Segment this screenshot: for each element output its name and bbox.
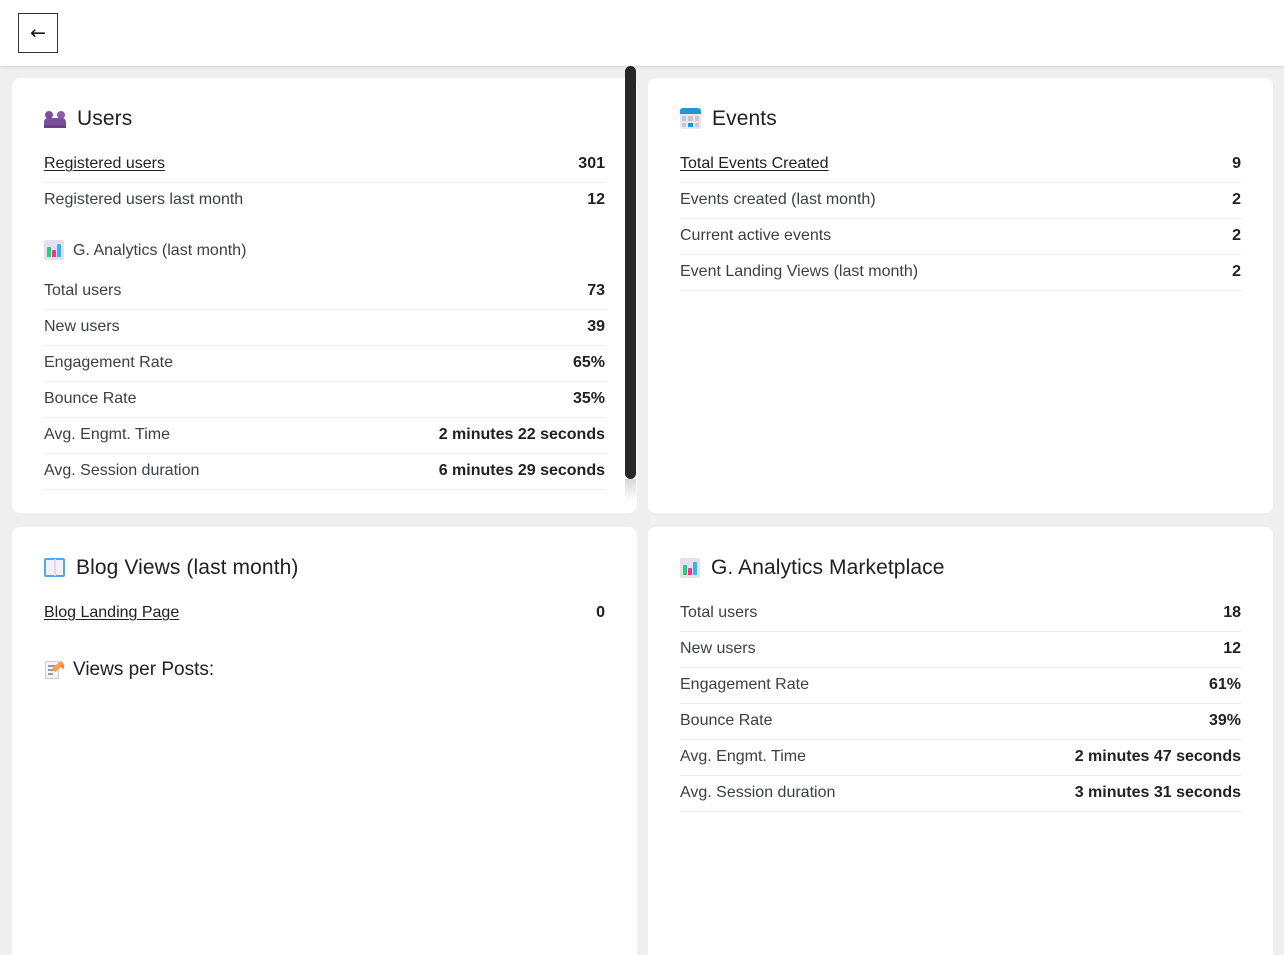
metric-row: Registered users last month 12 xyxy=(44,183,605,218)
busts-in-silhouette-icon xyxy=(44,108,66,130)
blog-views-card-title-text: Blog Views (last month) xyxy=(76,556,299,579)
blog-landing-page-value: 0 xyxy=(596,604,605,622)
events-card-title: Events xyxy=(680,106,1241,131)
vertical-scrollbar-track xyxy=(625,66,636,501)
bar-chart-icon xyxy=(44,240,64,261)
blog-views-card: Blog Views (last month) Blog Landing Pag… xyxy=(12,527,637,955)
events-created-last-month-value: 2 xyxy=(1232,191,1241,209)
bar-chart-icon xyxy=(680,557,700,578)
metric-row: Engagement Rate 61% xyxy=(680,668,1241,705)
metric-row: Engagement Rate 65% xyxy=(44,346,605,383)
top-header-bar: ← xyxy=(0,0,1284,66)
mp-new-users-label: New users xyxy=(680,640,756,658)
dashboard-grid: Users Registered users 301 Registered us… xyxy=(0,66,1284,955)
total-events-created-value: 9 xyxy=(1232,155,1241,173)
mp-engagement-rate-label: Engagement Rate xyxy=(680,676,809,694)
blog-metrics: Blog Landing Page 0 xyxy=(44,602,605,631)
metric-row: Avg. Engmt. Time 2 minutes 47 seconds xyxy=(680,740,1241,777)
avg-engagement-time-value: 2 minutes 22 seconds xyxy=(438,426,605,444)
metric-row: Total Events Created 9 xyxy=(680,153,1241,184)
events-card: Events Total Events Created 9 Events cre… xyxy=(648,78,1273,513)
analytics-marketplace-card: G. Analytics Marketplace Total users 18 … xyxy=(648,527,1273,955)
bounce-rate-label: Bounce Rate xyxy=(44,390,137,408)
metric-row: Current active events 2 xyxy=(680,219,1241,256)
new-users-value: 39 xyxy=(587,318,605,336)
avg-session-duration-label: Avg. Session duration xyxy=(44,462,200,480)
events-card-title-text: Events xyxy=(712,107,777,130)
mp-bounce-rate-value: 39% xyxy=(1208,712,1241,730)
metric-row: Avg. Session duration 6 minutes 29 secon… xyxy=(44,454,605,491)
mp-avg-engagement-time-value: 2 minutes 47 seconds xyxy=(1074,748,1241,766)
analytics-marketplace-card-title: G. Analytics Marketplace xyxy=(680,555,1241,580)
mp-avg-engagement-time-label: Avg. Engmt. Time xyxy=(680,748,806,766)
current-active-events-value: 2 xyxy=(1232,227,1241,245)
arrow-left-icon: ← xyxy=(30,21,46,44)
views-per-posts-section-title: Views per Posts: xyxy=(44,659,605,682)
new-users-label: New users xyxy=(44,318,120,336)
mp-avg-session-duration-value: 3 minutes 31 seconds xyxy=(1074,784,1241,802)
current-active-events-label: Current active events xyxy=(680,227,832,245)
total-users-label: Total users xyxy=(44,282,122,300)
engagement-rate-label: Engagement Rate xyxy=(44,354,173,372)
events-metrics: Total Events Created 9 Events created (l… xyxy=(680,153,1241,292)
mp-total-users-label: Total users xyxy=(680,604,758,622)
total-users-value: 73 xyxy=(587,282,605,300)
memo-icon xyxy=(44,660,67,681)
users-card-title: Users xyxy=(44,106,605,131)
registered-users-value: 301 xyxy=(578,155,605,173)
metric-row: Blog Landing Page 0 xyxy=(44,602,605,631)
engagement-rate-value: 65% xyxy=(572,354,605,372)
metric-row: Avg. Session duration 3 minutes 31 secon… xyxy=(680,776,1241,813)
avg-session-duration-value: 6 minutes 29 seconds xyxy=(438,462,605,480)
registered-users-last-month-label: Registered users last month xyxy=(44,191,244,209)
users-analytics-section-title-text: G. Analytics (last month) xyxy=(73,241,247,259)
events-created-last-month-label: Events created (last month) xyxy=(680,191,876,209)
mp-avg-session-duration-label: Avg. Session duration xyxy=(680,784,836,802)
open-book-icon xyxy=(44,558,65,578)
total-events-created-link[interactable]: Total Events Created xyxy=(680,155,829,173)
marketplace-metrics: Total users 18 New users 12 Engagement R… xyxy=(680,602,1241,813)
mp-bounce-rate-label: Bounce Rate xyxy=(680,712,773,730)
mp-new-users-value: 12 xyxy=(1223,640,1241,658)
blog-landing-page-link[interactable]: Blog Landing Page xyxy=(44,604,179,622)
metric-row: New users 12 xyxy=(680,632,1241,669)
registered-users-link[interactable]: Registered users xyxy=(44,155,165,173)
metric-row: Avg. Engmt. Time 2 minutes 22 seconds xyxy=(44,418,605,455)
metric-row: Bounce Rate 39% xyxy=(680,704,1241,741)
metric-row: New users 39 xyxy=(44,310,605,347)
calendar-icon xyxy=(680,108,701,130)
metric-row: Total users 18 xyxy=(680,602,1241,633)
metric-row: Events created (last month) 2 xyxy=(680,183,1241,220)
registered-users-last-month-value: 12 xyxy=(587,191,605,209)
users-card: Users Registered users 301 Registered us… xyxy=(12,78,637,513)
users-analytics-metrics: Total users 73 New users 39 Engagement R… xyxy=(44,274,605,491)
users-analytics-section-title: G. Analytics (last month) xyxy=(44,240,605,261)
users-primary-metrics: Registered users 301 Registered users la… xyxy=(44,153,605,218)
metric-row: Registered users 301 xyxy=(44,153,605,184)
mp-total-users-value: 18 xyxy=(1223,604,1241,622)
vertical-scrollbar-thumb[interactable] xyxy=(625,66,636,479)
analytics-marketplace-title-text: G. Analytics Marketplace xyxy=(711,556,945,579)
blog-views-card-title: Blog Views (last month) xyxy=(44,555,605,580)
event-landing-views-label: Event Landing Views (last month) xyxy=(680,263,919,281)
mp-engagement-rate-value: 61% xyxy=(1208,676,1241,694)
metric-row: Total users 73 xyxy=(44,274,605,311)
avg-engagement-time-label: Avg. Engmt. Time xyxy=(44,426,170,444)
metric-row: Event Landing Views (last month) 2 xyxy=(680,255,1241,292)
bounce-rate-value: 35% xyxy=(572,390,605,408)
users-card-title-text: Users xyxy=(77,107,133,130)
event-landing-views-value: 2 xyxy=(1232,263,1241,281)
back-button[interactable]: ← xyxy=(18,13,58,53)
metric-row: Bounce Rate 35% xyxy=(44,382,605,419)
views-per-posts-title-text: Views per Posts: xyxy=(73,659,215,681)
